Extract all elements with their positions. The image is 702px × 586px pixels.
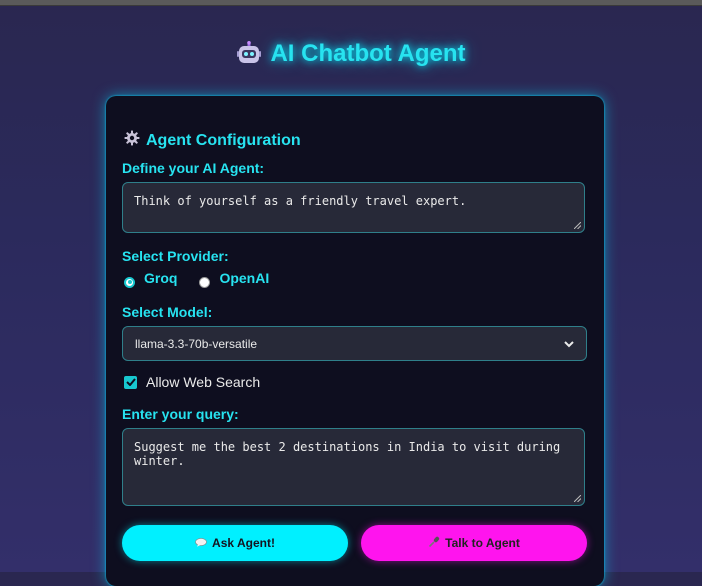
query-label: Enter your query: — [122, 406, 239, 422]
web-search-row: Allow Web Search — [124, 374, 260, 390]
query-textarea[interactable]: Suggest me the best 2 destinations in In… — [122, 428, 585, 506]
speech-bubble-icon — [195, 536, 207, 550]
radio-openai[interactable] — [199, 276, 211, 288]
page-title-text: AI Chatbot Agent — [270, 40, 466, 67]
web-search-checkbox[interactable] — [124, 375, 137, 389]
define-agent-text: Think of yourself as a friendly travel e… — [134, 194, 467, 208]
model-label: Select Model: — [122, 304, 213, 320]
provider-radio-group: Groq OpenAI — [124, 270, 269, 288]
microphone-icon — [428, 536, 440, 551]
page-title: AI Chatbot Agent — [0, 40, 702, 68]
section-title-text: Agent Configuration — [146, 131, 301, 149]
radio-groq-label[interactable]: Groq — [144, 270, 177, 286]
talk-to-agent-button[interactable]: Talk to Agent — [361, 525, 587, 561]
chevron-down-icon — [564, 337, 574, 351]
gear-icon — [124, 130, 140, 151]
resize-handle-icon[interactable] — [574, 222, 581, 229]
robot-icon — [236, 41, 262, 67]
model-select[interactable]: llama-3.3-70b-versatile — [122, 326, 587, 361]
ask-agent-label: Ask Agent! — [212, 536, 275, 550]
provider-label: Select Provider: — [122, 248, 229, 264]
radio-openai-label[interactable]: OpenAI — [219, 270, 269, 286]
query-text: Suggest me the best 2 destinations in In… — [134, 440, 561, 468]
resize-handle-icon[interactable] — [574, 495, 581, 502]
web-search-label[interactable]: Allow Web Search — [146, 374, 260, 390]
talk-to-agent-label: Talk to Agent — [445, 536, 520, 550]
section-title: Agent Configuration — [124, 130, 301, 151]
ask-agent-button[interactable]: Ask Agent! — [122, 525, 348, 561]
radio-groq[interactable] — [124, 276, 135, 288]
agent-config-card: Agent Configuration Define your AI Agent… — [106, 96, 604, 586]
model-select-value: llama-3.3-70b-versatile — [135, 336, 258, 351]
browser-top-bar — [0, 0, 702, 6]
define-agent-textarea[interactable]: Think of yourself as a friendly travel e… — [122, 182, 585, 233]
define-agent-label: Define your AI Agent: — [122, 160, 265, 176]
